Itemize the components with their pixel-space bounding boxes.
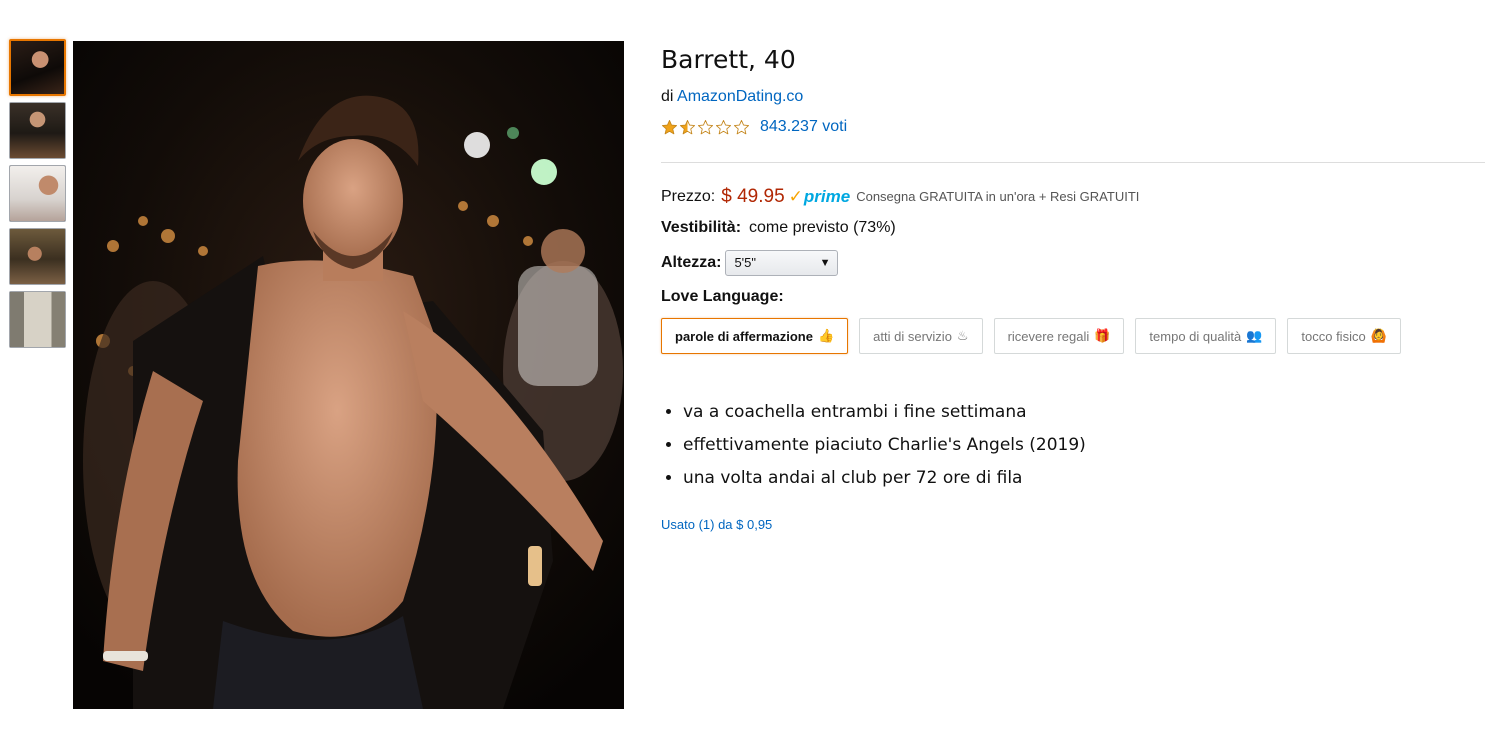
prime-check-icon: ✓ bbox=[788, 187, 803, 206]
height-select[interactable]: 5'5" ▼ bbox=[725, 250, 839, 276]
height-label: Altezza: bbox=[661, 254, 722, 271]
byline: di AmazonDating.co bbox=[661, 86, 1485, 108]
divider bbox=[661, 162, 1485, 163]
thumbnail-4[interactable] bbox=[9, 228, 66, 285]
love-language-option[interactable]: tempo di qualità 👥 bbox=[1135, 318, 1277, 354]
prime-label: prime bbox=[803, 187, 851, 206]
rating-row: 843.237 voti bbox=[661, 116, 1485, 138]
thumbnail-3[interactable] bbox=[9, 165, 66, 222]
product-detail: Barrett, 40 di AmazonDating.co 843.237 v… bbox=[661, 44, 1485, 532]
star-icon bbox=[715, 119, 732, 134]
price-value: $ 49.95 bbox=[721, 186, 785, 207]
prime-badge: ✓ prime bbox=[789, 186, 851, 208]
used-offer-link[interactable]: Usato (1) da $ 0,95 bbox=[661, 517, 1485, 532]
thumbnail-image bbox=[11, 41, 64, 94]
feature-bullets: va a coachella entrambi i fine settimana… bbox=[661, 396, 1485, 495]
love-language-option[interactable]: ricevere regali 🎁 bbox=[993, 318, 1125, 354]
option-label: parole di affermazione bbox=[675, 328, 813, 344]
love-language-row: Love Language: bbox=[661, 286, 1485, 308]
option-label: tocco fisico bbox=[1301, 328, 1366, 344]
fit-row: Vestibilità: come previsto (73%) bbox=[661, 217, 1485, 239]
feature-bullet: una volta andai al club per 72 ore di fi… bbox=[683, 462, 1485, 495]
love-language-option[interactable]: atti di servizio ♨ bbox=[859, 318, 983, 354]
star-icon bbox=[661, 119, 678, 134]
love-language-options: parole di affermazione 👍 atti di servizio ♨… bbox=[661, 318, 1485, 354]
thumbnail-strip bbox=[9, 39, 66, 354]
option-label: ricevere regali bbox=[1007, 328, 1090, 344]
height-selected-value: 5'5" bbox=[734, 255, 757, 270]
price-row: Prezzo: $ 49.95 ✓ prime Consegna GRATUIT… bbox=[661, 186, 1485, 208]
thumbnail-5[interactable] bbox=[9, 291, 66, 348]
love-language-option[interactable]: tocco fisico 🙆 bbox=[1287, 318, 1401, 354]
fit-label: Vestibilità: bbox=[661, 219, 742, 236]
love-language-option[interactable]: parole di affermazione 👍 bbox=[661, 318, 849, 354]
thumbnail-image bbox=[10, 292, 65, 347]
option-emoji-icon: 🎁 bbox=[1094, 328, 1111, 343]
option-emoji-icon: 👥 bbox=[1246, 328, 1263, 343]
option-label: atti di servizio bbox=[873, 328, 952, 344]
thumbnail-image bbox=[10, 229, 65, 284]
main-image-illustration bbox=[73, 41, 624, 709]
star-icon bbox=[733, 119, 750, 134]
main-product-image[interactable] bbox=[73, 41, 624, 709]
star-icon bbox=[697, 119, 714, 134]
shipping-info: Consegna GRATUITA in un'ora + Resi GRATU… bbox=[856, 189, 1140, 204]
brand-link[interactable]: AmazonDating.co bbox=[677, 88, 803, 105]
thumbnail-image bbox=[10, 103, 65, 158]
star-rating[interactable] bbox=[661, 119, 750, 136]
thumbnail-image bbox=[10, 166, 65, 221]
thumbnail-2[interactable] bbox=[9, 102, 66, 159]
option-emoji-icon: 🙆 bbox=[1370, 328, 1387, 343]
love-language-label: Love Language: bbox=[661, 288, 784, 305]
fit-value: come previsto (73%) bbox=[749, 219, 896, 236]
thumbnail-1[interactable] bbox=[9, 39, 66, 96]
product-title: Barrett, 40 bbox=[661, 45, 796, 74]
byline-prefix: di bbox=[661, 88, 674, 105]
votes-link[interactable]: 843.237 voti bbox=[760, 118, 847, 136]
price-label: Prezzo: bbox=[661, 188, 716, 205]
chevron-down-icon: ▼ bbox=[819, 257, 831, 269]
height-row: Altezza: 5'5" ▼ bbox=[661, 250, 1485, 276]
feature-bullet: va a coachella entrambi i fine settimana bbox=[683, 396, 1485, 429]
option-label: tempo di qualità bbox=[1149, 328, 1242, 344]
option-emoji-icon: ♨ bbox=[956, 328, 969, 343]
feature-bullet: effettivamente piaciuto Charlie's Angels… bbox=[683, 429, 1485, 462]
option-emoji-icon: 👍 bbox=[817, 328, 835, 343]
star-icon bbox=[679, 119, 696, 134]
